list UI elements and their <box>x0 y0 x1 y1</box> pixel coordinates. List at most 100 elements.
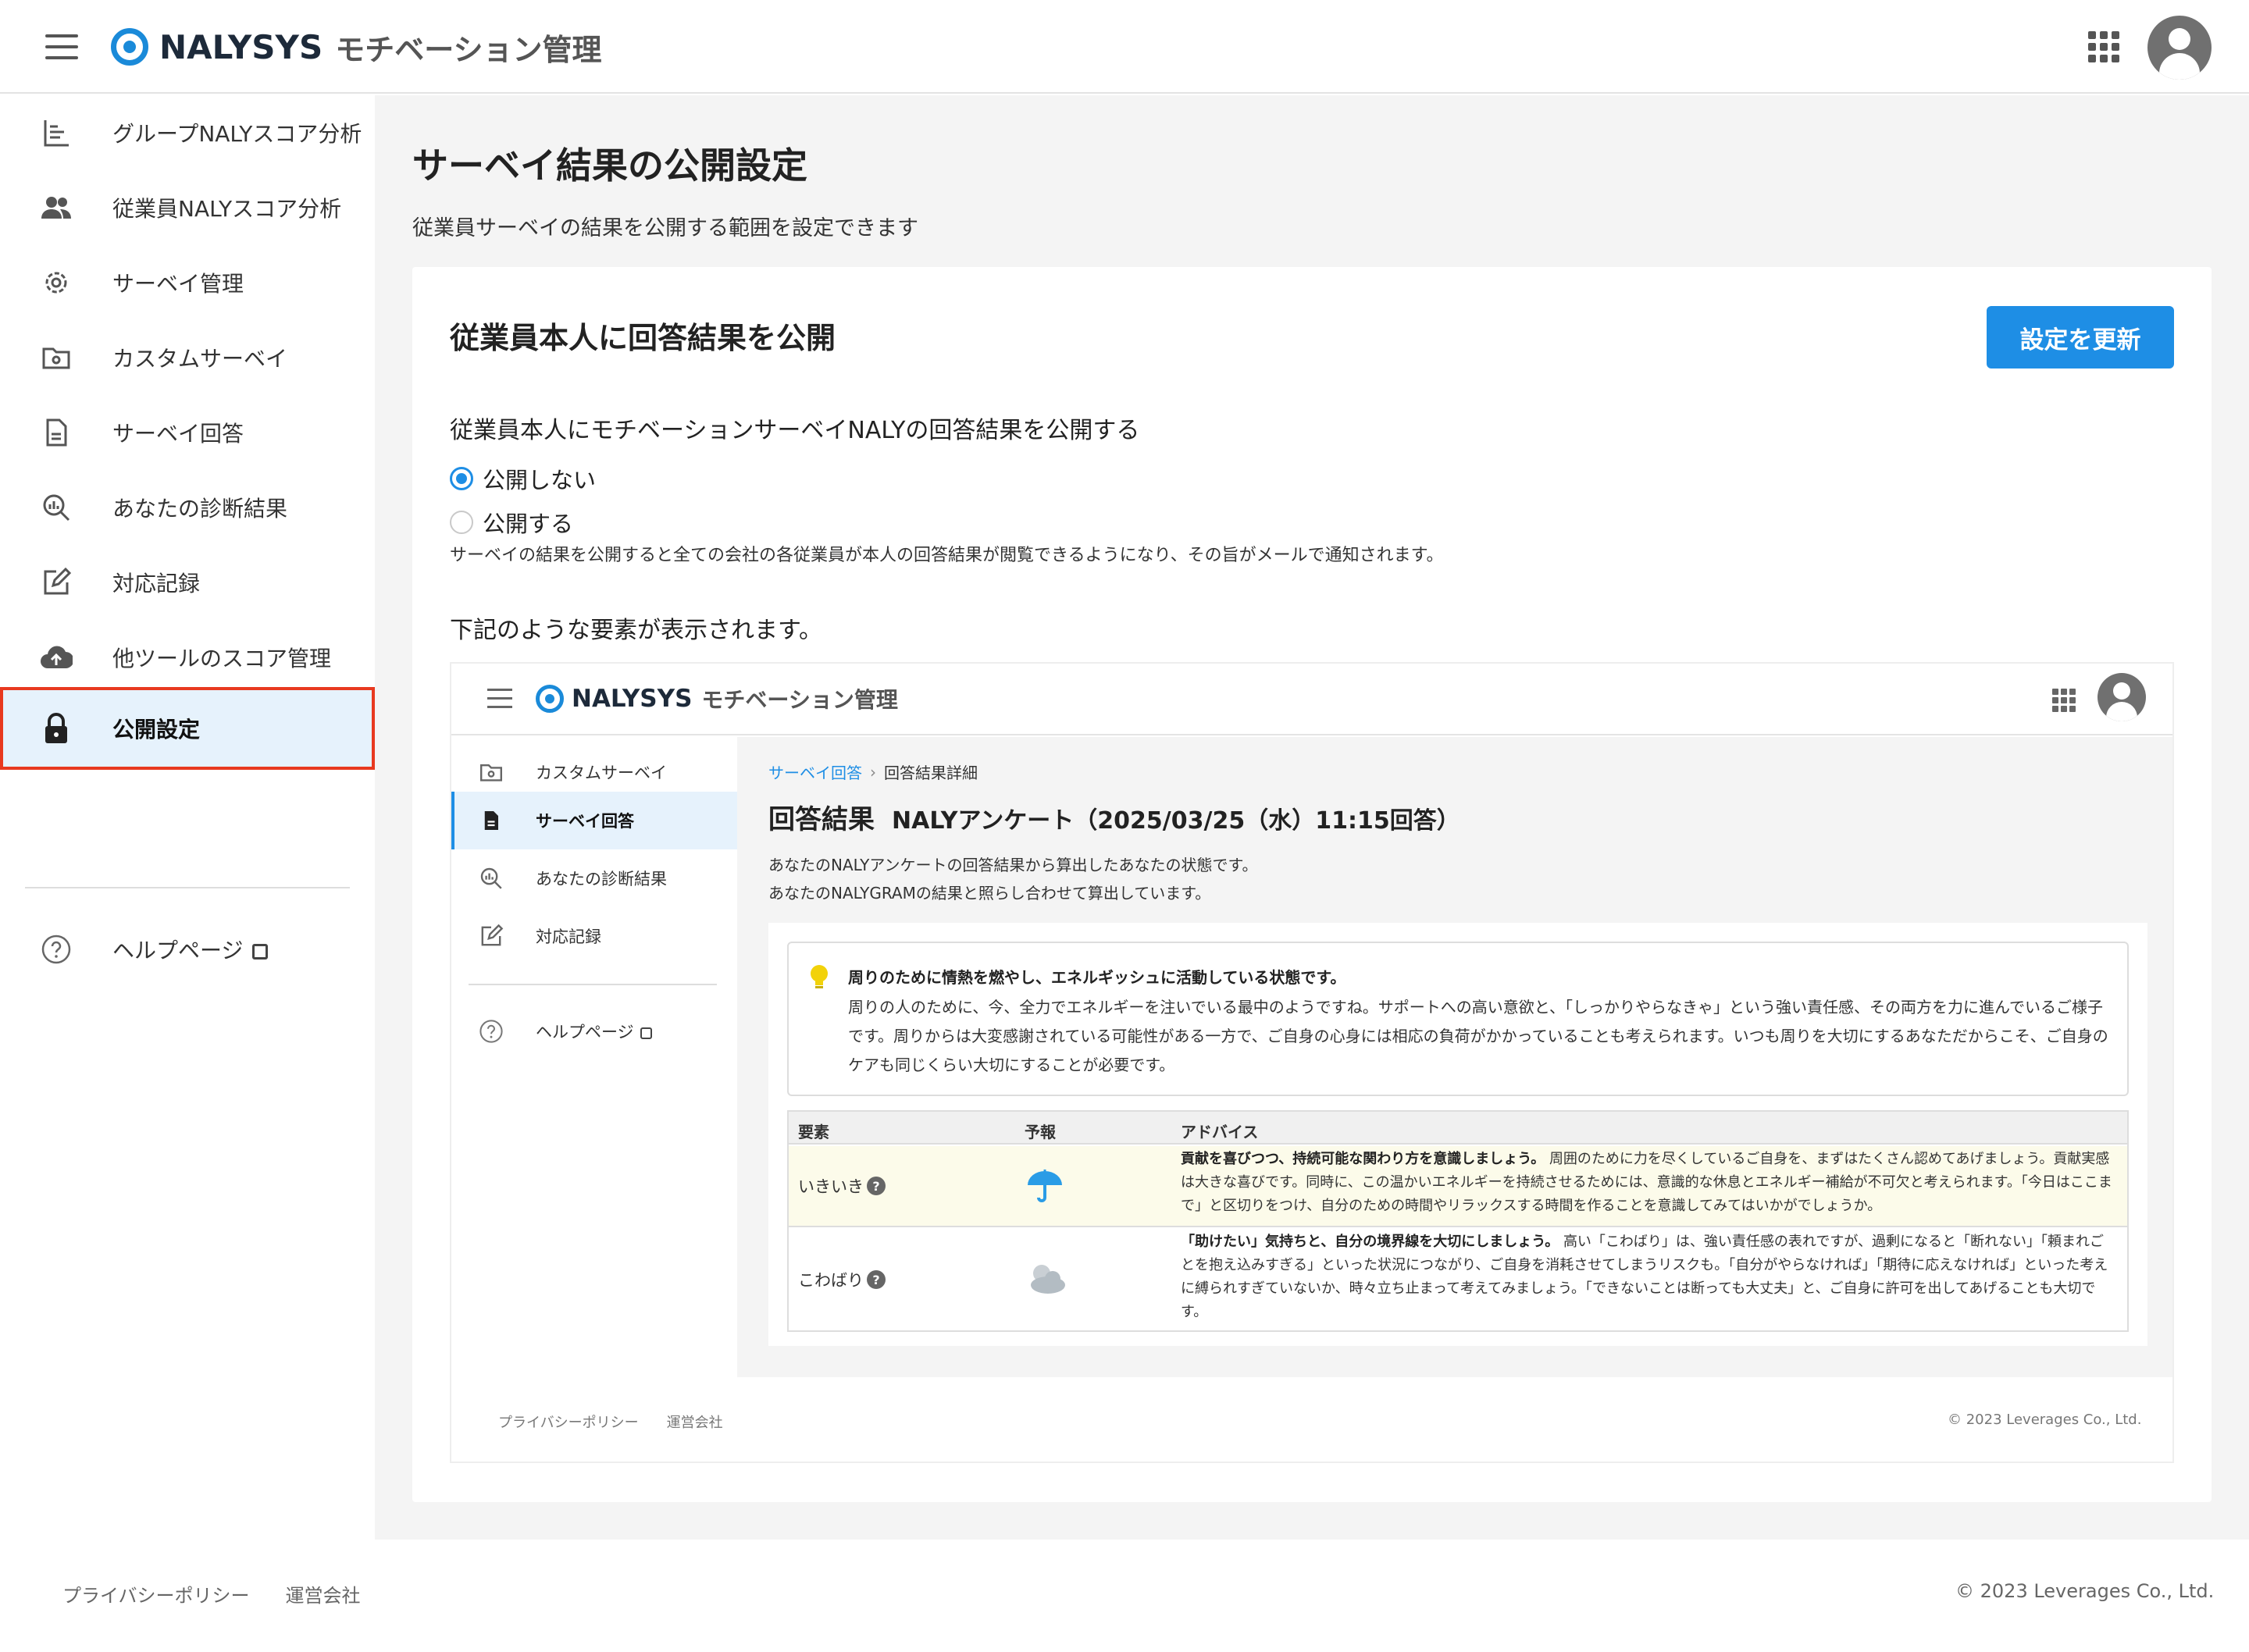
sidebar-item-label: サーベイ回答 <box>112 421 244 447</box>
sidebar-item-records[interactable]: 対応記録 <box>0 545 375 620</box>
preview-breadcrumb: サーベイ回答 › 回答結果詳細 <box>768 760 978 783</box>
column-header: 予報 <box>1025 1123 1056 1141</box>
table-row: いきいき? 貢献を喜びつつ、持続可能な関わり方を意識しましょう。 周囲のために力… <box>789 1146 2127 1227</box>
sidebar-item-survey-answer[interactable]: サーベイ回答 <box>0 395 375 470</box>
document-icon <box>39 415 73 450</box>
preview-header: NALYSYS モチベーション管理 <box>451 664 2172 735</box>
preview-state-body: 周りの人のために、今、全力でエネルギーを注いでいる最中のようですね。サポートへの… <box>848 998 2108 1074</box>
logo-mark-icon <box>536 685 564 713</box>
copyright: © 2023 Leverages Co., Ltd. <box>1955 1580 2215 1602</box>
breadcrumb-current: 回答結果詳細 <box>884 764 978 782</box>
menu-icon <box>487 689 512 709</box>
preview-heading: 下記のような要素が表示されます。 <box>450 617 822 644</box>
cloud-upload-icon <box>39 640 73 675</box>
radio-button[interactable] <box>450 511 473 534</box>
folder-gear-icon <box>478 759 504 785</box>
preview-footer-link: プライバシーポリシー <box>498 1415 639 1431</box>
sidebar-divider <box>25 887 350 888</box>
preview-title-sub: NALYアンケート（2025/03/25（水）11:15回答） <box>892 807 1460 835</box>
sidebar-item-survey-admin[interactable]: サーベイ管理 <box>0 245 375 320</box>
page-description: 従業員サーベイの結果を公開する範囲を設定できます <box>412 216 918 240</box>
help-icon: ? <box>867 1177 886 1195</box>
publish-note: サーベイの結果を公開すると全ての会社の各従業員が本人の回答結果が閲覧できるように… <box>450 546 1444 565</box>
magnifier-chart-icon <box>39 490 73 525</box>
apps-grid-icon <box>2052 689 2076 712</box>
preview-sidebar-item-active: サーベイ回答 <box>451 792 737 849</box>
card-title: 従業員本人に回答結果を公開 <box>450 321 836 355</box>
logo-mark-icon <box>111 28 148 66</box>
bar-chart-icon <box>39 116 73 150</box>
apps-grid-icon[interactable] <box>2088 31 2119 62</box>
umbrella-icon <box>1028 1170 1062 1202</box>
preview-help-label: ヘルプページ <box>536 1020 652 1043</box>
advice-cell: 「助けたい」気持ちと、自分の境界線を大切にしましょう。 高い「こわばり」は、強い… <box>1181 1234 2108 1320</box>
document-icon <box>478 807 504 834</box>
page-title: サーベイ結果の公開設定 <box>412 144 807 187</box>
preview-sidebar-label: サーベイ回答 <box>536 812 634 831</box>
lightbulb-icon <box>811 965 828 988</box>
advice-cell: 貢献を喜びつつ、持続可能な関わり方を意識しましょう。 周囲のために力を尽くしてい… <box>1181 1151 2112 1214</box>
sidebar-item-label: あなたの診断結果 <box>112 496 288 522</box>
sidebar-item-other-tools[interactable]: 他ツールのスコア管理 <box>0 620 375 695</box>
column-header: 要素 <box>798 1123 829 1141</box>
table-row: こわばり? 「助けたい」気持ちと、自分の境界線を大切にしましょう。 高い「こわば… <box>789 1229 2127 1330</box>
element-cell: こわばり? <box>798 1268 886 1291</box>
cloudy-icon <box>1031 1265 1065 1294</box>
user-avatar[interactable] <box>2147 16 2212 80</box>
publish-question: 従業員本人にモチベーションサーベイNALYの回答結果を公開する <box>450 417 1140 444</box>
preview-copyright: © 2023 Leverages Co., Ltd. <box>1948 1412 2142 1428</box>
sidebar-item-help[interactable]: ヘルプページ <box>0 912 375 987</box>
gear-icon <box>39 265 73 300</box>
radio-label: 公開する <box>483 511 574 537</box>
help-circle-icon <box>478 1018 504 1045</box>
preview-sidebar-label: 対応記録 <box>536 927 601 946</box>
brand-name: NALYSYS <box>159 27 323 66</box>
preview-sidebar-item: あなたの診断結果 <box>451 849 737 907</box>
sidebar-item-label: 公開設定 <box>112 717 201 742</box>
preview-sidebar-label: カスタムサーベイ <box>536 764 667 782</box>
product-name: モチベーション管理 <box>335 32 602 67</box>
chevron-right-icon: › <box>870 762 876 781</box>
menu-icon[interactable] <box>45 34 78 59</box>
sidebar-item-label: 対応記録 <box>112 571 201 596</box>
sidebar: グループNALYスコア分析 従業員NALYスコア分析 サーベイ管理 カスタムサー… <box>0 95 375 1540</box>
sidebar-item-employee-score[interactable]: 従業員NALYスコア分析 <box>0 170 375 245</box>
edit-icon <box>478 923 504 949</box>
table-header: 要素 予報 アドバイス <box>789 1112 2127 1145</box>
update-settings-button[interactable]: 設定を更新 <box>1987 306 2174 368</box>
preview-sidebar-label: あなたの診断結果 <box>536 870 667 888</box>
footer-links: プライバシーポリシー 運営会社 <box>62 1580 397 1607</box>
breadcrumb-link: サーベイ回答 <box>768 764 862 782</box>
footer-link-privacy[interactable]: プライバシーポリシー <box>62 1585 250 1607</box>
app-header: NALYSYS モチベーション管理 <box>0 0 2249 94</box>
radio-option-public[interactable]: 公開する <box>450 506 573 539</box>
sidebar-item-label: 他ツールのスコア管理 <box>112 646 332 671</box>
sidebar-item-custom-survey[interactable]: カスタムサーベイ <box>0 320 375 395</box>
column-header: アドバイス <box>1181 1123 1259 1141</box>
sidebar-item-label: サーベイ管理 <box>112 271 244 297</box>
brand-name: NALYSYS <box>572 685 693 713</box>
sidebar-item-publish-settings[interactable]: 公開設定 <box>0 687 375 770</box>
app-logo[interactable]: NALYSYS モチベーション管理 <box>111 23 601 70</box>
sidebar-item-group-score[interactable]: グループNALYスコア分析 <box>0 95 375 170</box>
people-icon <box>39 190 73 225</box>
preview-advice-table: 要素 予報 アドバイス いきいき? 貢献を喜びつつ、持続可能な関わり方を意識しま… <box>787 1110 2129 1332</box>
preview-title-main: 回答結果 <box>768 804 875 835</box>
magnifier-chart-icon <box>478 865 504 892</box>
product-name: モチベーション管理 <box>701 687 898 713</box>
edit-icon <box>39 565 73 600</box>
footer-link-company[interactable]: 運営会社 <box>286 1585 361 1607</box>
radio-button-checked[interactable] <box>450 467 473 490</box>
help-icon: ? <box>867 1270 886 1289</box>
lock-icon <box>39 711 73 746</box>
sidebar-item-label: カスタムサーベイ <box>112 346 288 372</box>
sidebar-item-label: 従業員NALYスコア分析 <box>112 196 342 222</box>
preview-title: 回答結果 NALYアンケート（2025/03/25（水）11:15回答） <box>768 798 1460 836</box>
avatar <box>2098 673 2146 721</box>
preview-desc-line: あなたのNALYGRAMの結果と照らし合わせて算出しています。 <box>768 884 1211 903</box>
element-cell: いきいき? <box>798 1174 886 1198</box>
preview-sidebar-help: ヘルプページ <box>451 1002 737 1060</box>
folder-gear-icon <box>39 340 73 375</box>
radio-option-private[interactable]: 公開しない <box>450 462 596 495</box>
sidebar-item-diagnosis[interactable]: あなたの診断結果 <box>0 470 375 545</box>
